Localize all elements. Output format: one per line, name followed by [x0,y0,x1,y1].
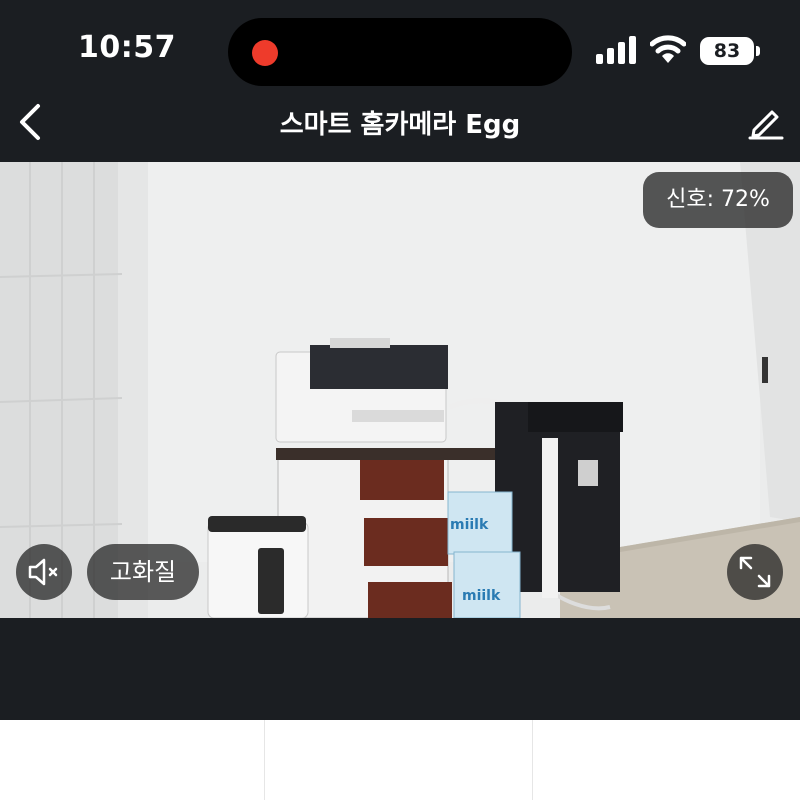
page-title: 스마트 홈카메라 Egg [279,110,521,140]
battery-level: 83 [713,40,741,62]
feature-cell[interactable] [265,720,533,800]
fullscreen-button[interactable] [727,544,783,600]
status-bar: 10:57 83 [0,0,800,100]
speaker-muted-icon [28,558,58,586]
expand-icon [739,556,771,588]
wifi-icon [650,35,686,63]
nav-bar: 스마트 홈카메라 Egg [0,100,800,162]
feature-cell[interactable] [0,720,265,800]
pencil-icon[interactable] [746,104,786,140]
video-control-area [0,618,800,720]
feature-cell[interactable] [533,720,800,800]
battery-cap [756,46,760,56]
cellular-signal-icon [596,36,636,64]
status-time: 10:57 [78,30,176,65]
camera-live-view[interactable]: miilk miilk 신호: 72% 고화질 [0,162,800,618]
feature-grid [0,720,800,800]
battery-indicator: 83 [700,37,760,65]
dynamic-island [228,18,572,86]
mute-button[interactable] [16,544,72,600]
video-quality-button[interactable]: 고화질 [87,544,199,600]
signal-strength-badge: 신호: 72% [643,172,793,228]
box-label: miilk [462,588,501,604]
recording-indicator-icon [252,40,278,66]
box-label: miilk [450,517,489,533]
